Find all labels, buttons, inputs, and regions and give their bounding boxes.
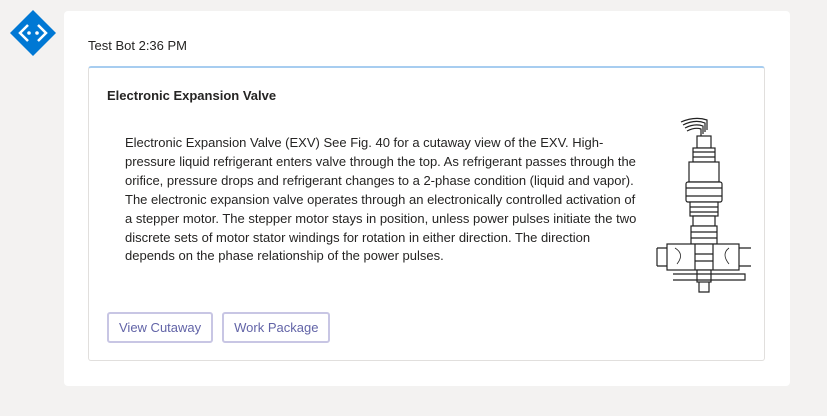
bot-avatar-icon: [8, 8, 58, 58]
card-title: Electronic Expansion Valve: [107, 88, 277, 103]
bot-message: Test Bot 2:36 PM Electronic Expansion Va…: [64, 11, 790, 386]
card-body-text: Electronic Expansion Valve (EXV) See Fig…: [125, 135, 637, 264]
sender-name: Test Bot: [88, 38, 135, 53]
expansion-valve-image: [655, 114, 751, 298]
work-package-button[interactable]: Work Package: [222, 312, 331, 343]
card-actions: View Cutaway Work Package: [107, 312, 331, 343]
message-header: Test Bot 2:36 PM: [88, 38, 187, 53]
adaptive-card: Electronic Expansion Valve Electronic Ex…: [88, 66, 765, 361]
view-cutaway-button[interactable]: View Cutaway: [107, 312, 214, 343]
message-time: 2:36 PM: [138, 38, 188, 53]
